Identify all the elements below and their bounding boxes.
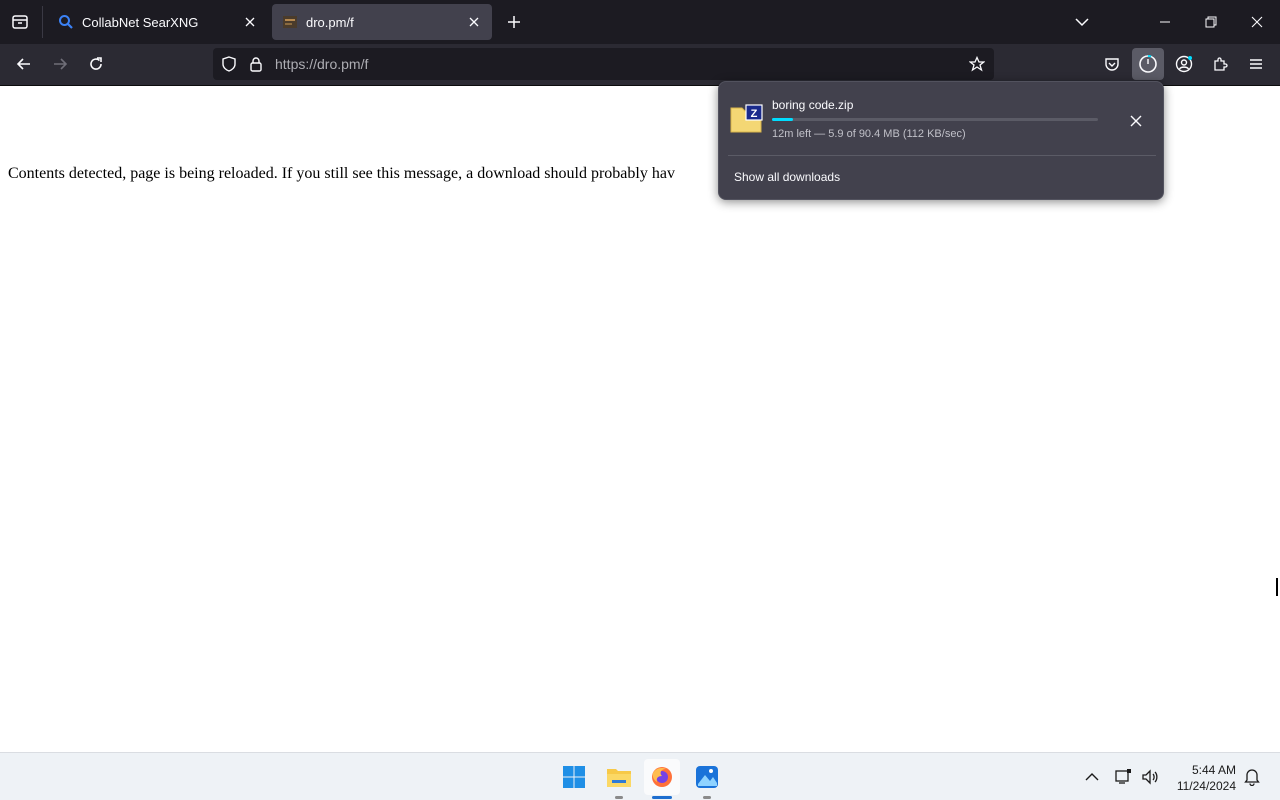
tab-list-icon	[12, 15, 28, 29]
taskbar: 5:44 AM 11/24/2024	[0, 752, 1280, 800]
close-icon	[1130, 115, 1142, 127]
zip-file-icon: Z	[730, 102, 764, 139]
download-filename: boring code.zip	[772, 98, 854, 112]
active-indicator	[652, 796, 672, 799]
minimize-icon	[1160, 21, 1170, 23]
notifications-button[interactable]	[1238, 759, 1266, 795]
start-button[interactable]	[556, 759, 592, 795]
windows-logo-icon	[563, 766, 585, 788]
folder-icon	[607, 769, 631, 787]
download-progress-fill	[772, 118, 794, 121]
tab-dro-pm[interactable]: dro.pm/f	[272, 4, 492, 40]
photos-button[interactable]	[689, 759, 725, 799]
forward-button[interactable]	[44, 48, 76, 80]
text-cursor-icon	[1276, 578, 1278, 596]
extensions-button[interactable]	[1204, 48, 1236, 80]
tab-title: CollabNet SearXNG	[82, 14, 199, 30]
divider	[728, 155, 1156, 156]
close-tab-icon[interactable]	[238, 10, 262, 34]
site-favicon-icon	[282, 14, 298, 30]
app-menu-button[interactable]	[1240, 48, 1272, 80]
puzzle-icon	[1214, 57, 1228, 71]
firefox-icon	[652, 767, 672, 787]
tracking-protection-shield-icon[interactable]	[221, 56, 237, 77]
clock-time: 5:44 AM	[1191, 763, 1236, 777]
running-indicator	[703, 796, 711, 799]
reload-button[interactable]	[80, 48, 112, 80]
clock[interactable]: 5:44 AM 11/24/2024	[1177, 762, 1236, 794]
close-tab-icon[interactable]	[462, 10, 486, 34]
bell-icon	[1244, 769, 1260, 786]
download-progress-bar	[772, 118, 1098, 121]
new-tab-button[interactable]	[500, 8, 528, 36]
running-indicator	[615, 796, 623, 799]
reload-icon	[90, 57, 102, 70]
photos-icon	[696, 766, 718, 788]
tab-overview-button[interactable]	[4, 6, 36, 38]
search-icon	[58, 14, 74, 30]
tab-separator	[42, 6, 43, 38]
restore-icon	[1205, 16, 1217, 28]
hamburger-icon	[1250, 59, 1262, 69]
plus-icon	[508, 16, 520, 28]
download-status: 12m left — 5.9 of 90.4 MB (112 KB/sec)	[772, 128, 966, 140]
account-button[interactable]	[1168, 48, 1200, 80]
chevron-up-icon	[1085, 773, 1099, 781]
close-icon	[1251, 16, 1263, 28]
speaker-icon	[1142, 769, 1158, 785]
reload-message: Contents detected, page is being reloade…	[8, 165, 675, 182]
account-icon	[1175, 55, 1193, 73]
pocket-button[interactable]	[1096, 48, 1128, 80]
show-hidden-icons-button[interactable]	[1076, 759, 1108, 795]
bookmark-star-icon[interactable]	[968, 55, 986, 77]
network-button[interactable]	[1108, 759, 1138, 795]
navigation-toolbar: https://dro.pm/f	[0, 44, 1280, 86]
close-window-button[interactable]	[1234, 6, 1280, 38]
lock-icon[interactable]	[248, 56, 264, 77]
network-icon	[1115, 769, 1131, 784]
show-all-downloads-button[interactable]: Show all downloads	[734, 170, 840, 184]
download-progress-icon	[1139, 55, 1157, 73]
firefox-button[interactable]	[644, 759, 680, 799]
arrow-right-icon	[54, 58, 68, 70]
downloads-panel: Z boring code.zip 12m left — 5.9 of 90.4…	[718, 81, 1164, 200]
tab-title: dro.pm/f	[306, 14, 354, 30]
downloads-button[interactable]	[1132, 48, 1164, 80]
url-bar[interactable]: https://dro.pm/f	[213, 48, 994, 80]
cancel-download-button[interactable]	[1124, 109, 1148, 133]
svg-text:Z: Z	[751, 108, 758, 120]
restore-button[interactable]	[1188, 6, 1234, 38]
tab-strip: CollabNet SearXNG dro.pm/f	[0, 0, 1280, 44]
minimize-button[interactable]	[1142, 6, 1188, 38]
list-all-tabs-button[interactable]	[1068, 8, 1096, 36]
volume-button[interactable]	[1136, 759, 1164, 795]
tab-collabnet-searxng[interactable]: CollabNet SearXNG	[48, 4, 268, 40]
pocket-icon	[1105, 58, 1119, 71]
chevron-down-icon	[1075, 18, 1089, 27]
file-explorer-button[interactable]	[601, 759, 637, 799]
arrow-left-icon	[16, 58, 30, 70]
url-text[interactable]: https://dro.pm/f	[275, 56, 368, 72]
clock-date: 11/24/2024	[1176, 779, 1236, 793]
back-button[interactable]	[8, 48, 40, 80]
